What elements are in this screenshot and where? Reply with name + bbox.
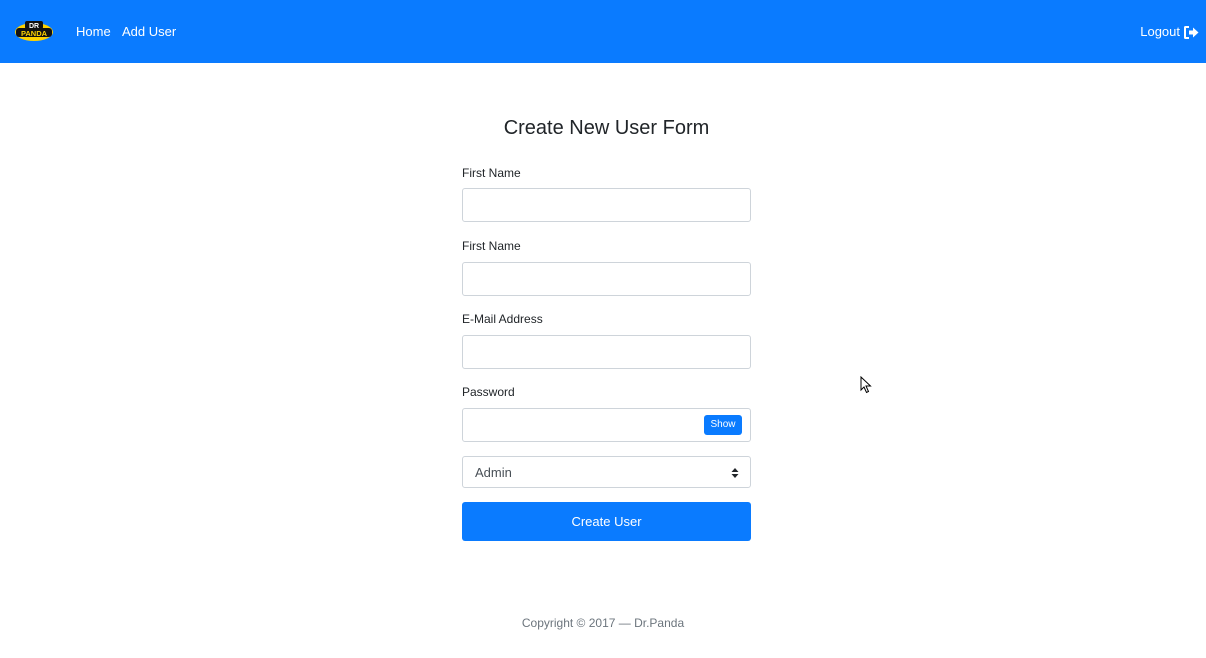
last-name-label: First Name: [462, 239, 521, 253]
page-title: Create New User Form: [503, 117, 710, 139]
email-input[interactable]: [462, 335, 751, 369]
select-arrows-icon: [731, 466, 739, 478]
top-navbar: DR PANDA Home Add User Logout: [0, 0, 1206, 63]
password-label: Password: [462, 385, 515, 399]
mouse-cursor-icon: [860, 375, 872, 394]
last-name-input[interactable]: [462, 262, 751, 296]
dr-panda-logo[interactable]: DR PANDA: [14, 20, 54, 42]
sign-out-icon: [1184, 25, 1199, 39]
create-user-button[interactable]: Create User: [462, 502, 751, 541]
nav-home-link[interactable]: Home: [76, 24, 111, 40]
email-label: E-Mail Address: [462, 312, 543, 326]
password-field-group: Show: [462, 408, 751, 442]
first-name-label: First Name: [462, 166, 521, 180]
logout-label: Logout: [1140, 24, 1180, 39]
nav-add-user-link[interactable]: Add User: [122, 24, 176, 40]
role-select[interactable]: Admin: [462, 456, 751, 488]
logout-link[interactable]: Logout: [1140, 24, 1199, 40]
first-name-input[interactable]: [462, 188, 751, 222]
show-password-button[interactable]: Show: [704, 415, 742, 435]
footer-copyright: Copyright © 2017 — Dr.Panda: [521, 616, 685, 630]
role-select-value: Admin: [475, 465, 512, 480]
logo-text-bottom: PANDA: [21, 29, 48, 38]
